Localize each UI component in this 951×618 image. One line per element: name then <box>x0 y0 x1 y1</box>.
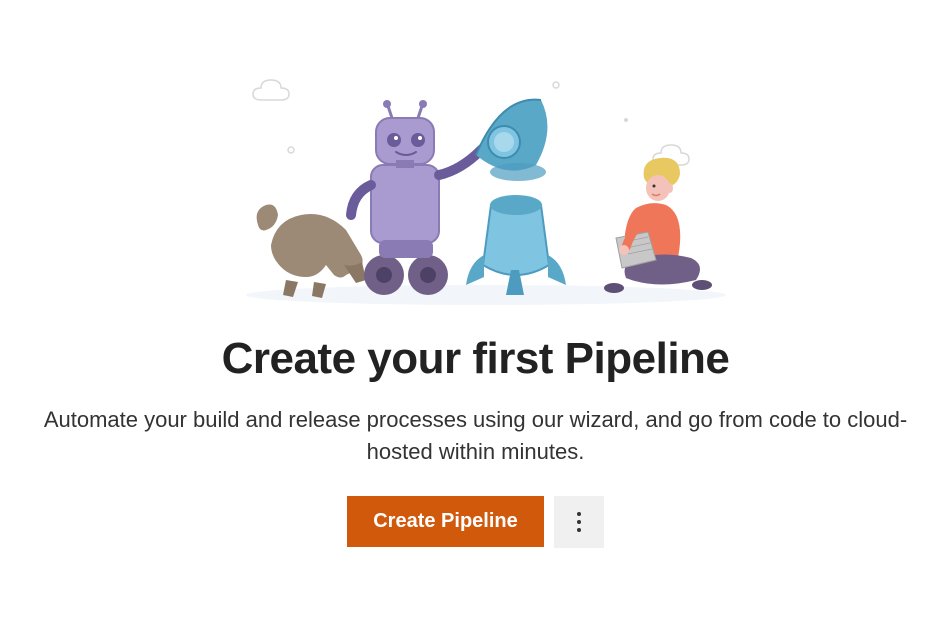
more-vertical-icon <box>577 512 581 516</box>
more-actions-button[interactable] <box>554 496 604 548</box>
empty-state-container: Create your first Pipeline Automate your… <box>0 70 951 548</box>
empty-state-heading: Create your first Pipeline <box>222 334 730 384</box>
button-row: Create Pipeline <box>347 496 604 548</box>
rocket-base-illustration <box>466 195 566 295</box>
person-illustration <box>604 158 712 293</box>
empty-state-description: Automate your build and release processe… <box>36 404 916 468</box>
pipeline-illustration <box>196 70 756 310</box>
rocket-nose-illustration <box>476 100 547 181</box>
create-pipeline-button[interactable]: Create Pipeline <box>347 496 544 547</box>
